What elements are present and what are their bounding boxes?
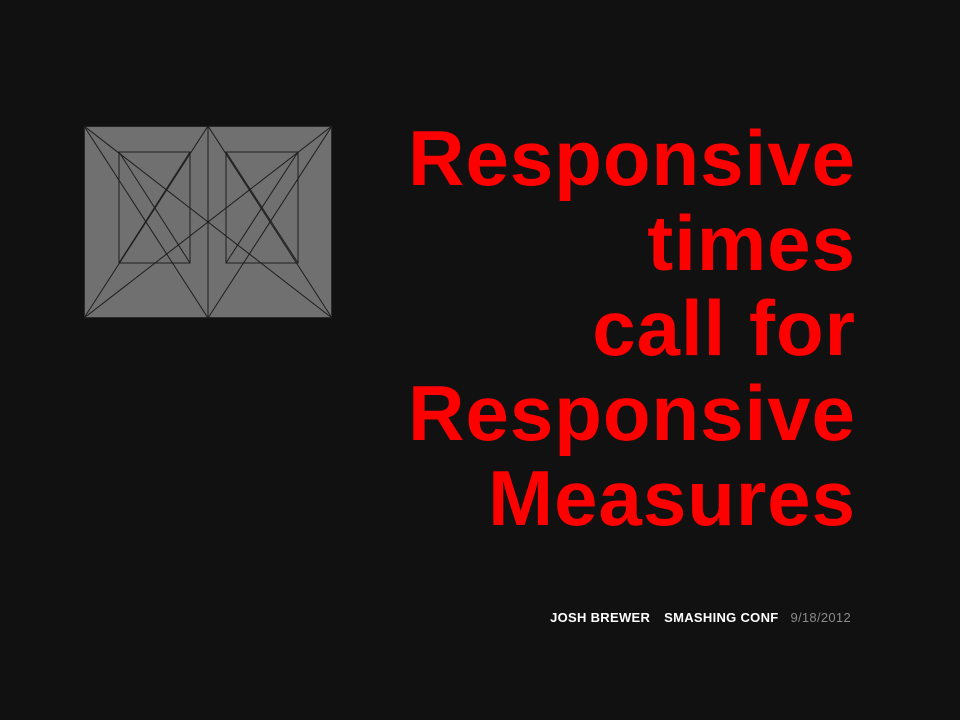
- author-name: JOSH BREWER: [550, 610, 651, 625]
- title-line: times: [647, 199, 856, 287]
- presentation-slide: Responsive times call for Responsive Mea…: [0, 0, 960, 720]
- presentation-date: 9/18/2012: [790, 610, 851, 625]
- title-line: Responsive: [408, 114, 856, 202]
- wireframe-placeholder-icon: [84, 126, 332, 318]
- title-line: call for: [592, 284, 856, 372]
- slide-title: Responsive times call for Responsive Mea…: [408, 116, 856, 541]
- title-line: Responsive: [408, 369, 856, 457]
- title-line: Measures: [488, 454, 856, 542]
- event-name: SMASHING CONF: [664, 610, 779, 625]
- slide-byline: JOSH BREWER SMASHING CONF 9/18/2012: [550, 610, 851, 625]
